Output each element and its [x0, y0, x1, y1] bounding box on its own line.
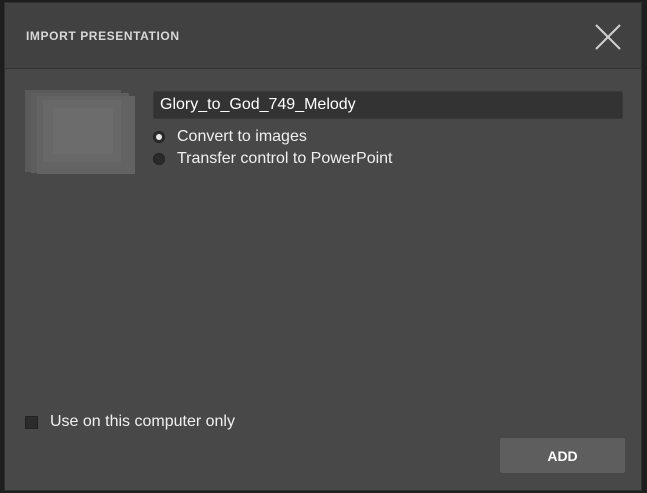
radio-selected-icon[interactable]	[153, 131, 165, 143]
option-label: Transfer control to PowerPoint	[177, 150, 393, 167]
add-button[interactable]: ADD	[500, 438, 625, 473]
option-transfer-to-powerpoint[interactable]: Transfer control to PowerPoint	[153, 149, 393, 169]
radio-unselected-icon[interactable]	[153, 153, 165, 165]
dialog-header: IMPORT PRESENTATION	[5, 3, 641, 69]
option-label: Convert to images	[177, 128, 307, 145]
use-on-this-computer-only-checkbox[interactable]: Use on this computer only	[25, 412, 235, 432]
option-convert-to-images[interactable]: Convert to images	[153, 127, 307, 147]
dialog-title: IMPORT PRESENTATION	[26, 29, 180, 43]
checkbox-icon[interactable]	[25, 415, 38, 429]
close-icon[interactable]	[594, 23, 622, 51]
presentation-thumbnail	[25, 88, 137, 176]
checkbox-label: Use on this computer only	[50, 413, 235, 430]
import-presentation-dialog: IMPORT PRESENTATION Convert to images Tr…	[5, 3, 641, 490]
file-name-input[interactable]	[153, 91, 623, 119]
